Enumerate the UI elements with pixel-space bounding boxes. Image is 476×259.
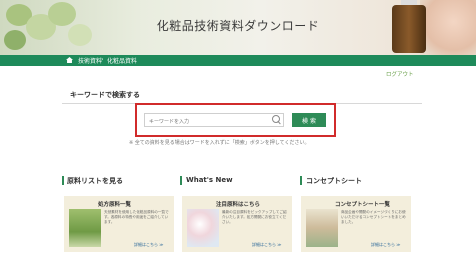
breadcrumb-separator: ›	[101, 56, 104, 63]
search-note: ※ 全ての資料を見る場合はワードを入れずに「検索」ボタンを押してください。	[129, 140, 310, 146]
search-button[interactable]: 検 索	[292, 113, 326, 127]
section-marker	[300, 176, 302, 185]
card-title: 処方原料一覧	[98, 202, 132, 208]
details-link[interactable]: 詳細はこちら ≫	[134, 242, 163, 248]
card-materials[interactable]: 処方原料一覧 天然素材を使用した化粧品原料の一覧です。各原料の特長や用途をご紹介…	[64, 196, 174, 252]
card-text: 商品企画や開発のイメージづくりにお使いいただけるコンセプトシートをまとめました。	[341, 210, 406, 224]
card-text: 天然素材を使用した化粧品原料の一覧です。各原料の特長や用途をご紹介しています。	[104, 210, 169, 224]
breadcrumb-item[interactable]: 技術資料	[78, 56, 102, 65]
home-icon[interactable]	[66, 57, 73, 63]
logout-link[interactable]: ログアウト	[386, 70, 414, 78]
details-link[interactable]: 詳細はこちら ≫	[371, 242, 400, 248]
keyword-search-heading: キーワードで検索する	[70, 91, 140, 99]
search-input[interactable]	[144, 113, 284, 127]
breadcrumb: 技術資料 › 化粧品資料	[0, 55, 476, 66]
product-thumbnail	[306, 209, 338, 247]
details-link[interactable]: 詳細はこちら ≫	[252, 242, 281, 248]
section-title-whats-new: What's New	[186, 176, 233, 184]
card-title: 注目原料はこちら	[216, 202, 261, 208]
card-title: コンセプトシート一覧	[335, 202, 391, 208]
page-title: 化粧品技術資料ダウンロード	[156, 19, 320, 33]
hero-banner: 化粧品技術資料ダウンロード	[0, 0, 476, 55]
card-text: 最新の注目原料をピックアップしてご紹介いたします。処方開発にお役立てください。	[222, 210, 287, 224]
search-icon	[272, 115, 280, 123]
section-marker	[180, 176, 182, 185]
card-whats-new[interactable]: 注目原料はこちら 最新の注目原料をピックアップしてご紹介いたします。処方開発にお…	[182, 196, 292, 252]
section-title-materials: 原料リストを見る	[67, 177, 123, 185]
breadcrumb-item[interactable]: 化粧品資料	[107, 56, 137, 65]
blossom-thumbnail	[187, 209, 219, 247]
section-marker	[62, 176, 64, 185]
plant-thumbnail	[69, 209, 101, 247]
card-concept[interactable]: コンセプトシート一覧 商品企画や開発のイメージづくりにお使いいただけるコンセプト…	[301, 196, 411, 252]
section-title-concept: コンセプトシート	[306, 177, 362, 185]
